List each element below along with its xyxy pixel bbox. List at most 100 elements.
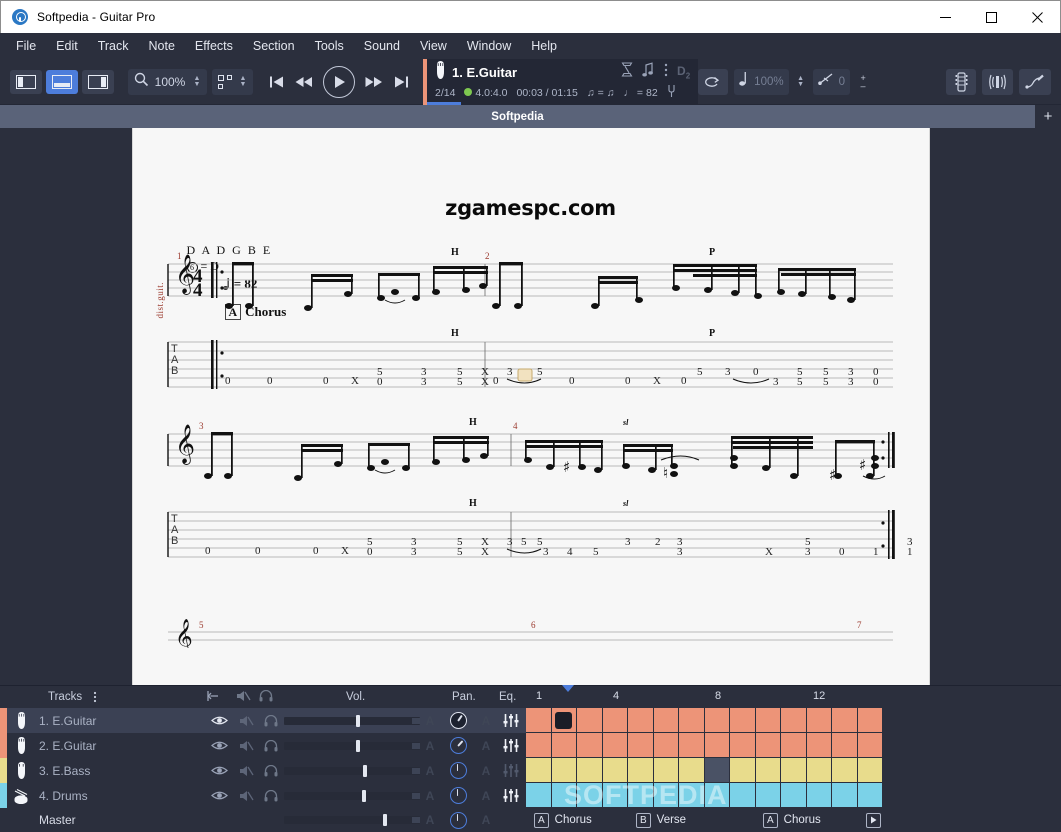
volume-automation-toggle-3[interactable]: A: [420, 764, 440, 778]
track-solo-button-2[interactable]: [258, 739, 284, 752]
add-tab-button[interactable]: +: [1035, 105, 1061, 128]
staff-system-2[interactable]: 𝄞 3 4 T A B H H sl sl ♯ ♮ ♯ ♯ 0 0 0 X50 …: [133, 418, 929, 573]
zoom-control[interactable]: 100% ▲ ▼: [128, 68, 207, 95]
track-row-3[interactable]: 3. E.Bass A A: [0, 758, 526, 783]
menu-view[interactable]: Window: [457, 35, 521, 57]
play-section-icon[interactable]: [866, 812, 881, 828]
track-solo-button-4[interactable]: [258, 789, 284, 802]
track-eq-button-2[interactable]: [496, 739, 526, 752]
menu-window[interactable]: Help: [521, 35, 567, 57]
track-pan-knob-1[interactable]: [440, 712, 476, 729]
document-tab-softpedia[interactable]: Softpedia: [0, 105, 1035, 128]
audio-cable-icon[interactable]: [1019, 68, 1051, 95]
menu-file[interactable]: File: [6, 35, 46, 57]
menu-tools[interactable]: Sound: [354, 35, 410, 57]
track-mute-button-1[interactable]: [234, 715, 258, 727]
timeline-section-chorus-1[interactable]: A Chorus: [534, 812, 592, 828]
go-to-end-icon[interactable]: [393, 74, 409, 90]
track-volume-slider-3[interactable]: [284, 764, 420, 777]
timeline-ruler[interactable]: 1 4 8 12: [526, 685, 1061, 708]
score-scroll-area[interactable]: zgamespc.com D A D G B E 6 = D = 82 A Ch…: [0, 128, 1061, 685]
tuning-fork-icon[interactable]: [667, 84, 676, 101]
menu-note[interactable]: Effects: [185, 35, 243, 57]
menu-sound[interactable]: View: [410, 35, 457, 57]
menu-track[interactable]: Track: [88, 35, 139, 57]
track-mute-button-4[interactable]: [234, 790, 258, 802]
transpose-stepper[interactable]: + –: [856, 71, 870, 93]
track-pan-knob-3[interactable]: [440, 762, 476, 779]
playhead-position-block[interactable]: [555, 712, 572, 729]
master-pan-automation-toggle[interactable]: A: [476, 813, 496, 827]
timeline-grid[interactable]: SOFTPEDIA: [526, 708, 1061, 810]
more-options-icon[interactable]: [664, 63, 668, 82]
transpose-control[interactable]: 0: [812, 68, 850, 95]
tuner-icon[interactable]: [982, 68, 1013, 95]
volume-automation-toggle-2[interactable]: A: [420, 739, 440, 753]
timeline-row-track-3[interactable]: [526, 758, 1061, 783]
volume-automation-toggle-1[interactable]: A: [420, 714, 440, 728]
metronome-icon[interactable]: [621, 62, 633, 82]
maximize-button[interactable]: [968, 1, 1014, 33]
track-volume-slider-4[interactable]: [284, 789, 420, 802]
mute-icon[interactable]: [236, 690, 251, 705]
pan-automation-toggle-2[interactable]: A: [476, 739, 496, 753]
track-mute-button-3[interactable]: [234, 765, 258, 777]
staff-system-1[interactable]: 𝄞 4 4 1 2 T A B H H P P 0 0 0 X50 33 55 …: [133, 248, 929, 403]
fretboard-icon[interactable]: [946, 68, 976, 95]
timeline-row-track-1[interactable]: [526, 708, 1061, 733]
track-volume-slider-2[interactable]: [284, 739, 420, 752]
close-button[interactable]: [1014, 1, 1060, 33]
volume-automation-toggle-4[interactable]: A: [420, 789, 440, 803]
kebab-menu-icon[interactable]: [93, 691, 97, 706]
master-volume-automation-toggle[interactable]: A: [420, 813, 440, 827]
speed-stepper[interactable]: ▲ ▼: [795, 75, 807, 88]
staff-system-3[interactable]: 𝄞 5 6 7: [133, 608, 929, 648]
zoom-stepper[interactable]: ▲ ▼: [191, 75, 203, 88]
menu-help[interactable]: [567, 42, 587, 50]
grid-layout-control[interactable]: ▲ ▼: [212, 68, 253, 95]
track-pan-knob-4[interactable]: [440, 787, 476, 804]
pan-automation-toggle-1[interactable]: A: [476, 714, 496, 728]
track-eq-button-1[interactable]: [496, 714, 526, 727]
track-visibility-eye-icon[interactable]: [204, 715, 234, 726]
timeline-section-chorus-2[interactable]: A Chorus: [763, 812, 821, 828]
track-eq-button-4[interactable]: [496, 789, 526, 802]
timeline-row-track-2[interactable]: [526, 733, 1061, 758]
track-solo-button-1[interactable]: [258, 714, 284, 727]
track-mute-button-2[interactable]: [234, 740, 258, 752]
loop-icon[interactable]: [698, 68, 729, 95]
track-eq-button-3[interactable]: [496, 764, 526, 777]
play-button[interactable]: [323, 65, 355, 98]
track-pan-knob-2[interactable]: [440, 737, 476, 754]
minimize-button[interactable]: [922, 1, 968, 33]
menu-effects[interactable]: Section: [243, 35, 305, 57]
fast-forward-icon[interactable]: [364, 74, 384, 90]
track-volume-slider-1[interactable]: [284, 714, 420, 727]
track-row-4[interactable]: 4. Drums A A: [0, 783, 526, 808]
menu-bar[interactable]: Note: [139, 35, 185, 57]
track-solo-button-3[interactable]: [258, 764, 284, 777]
menu-section[interactable]: Tools: [305, 35, 354, 57]
timeline-row-track-4[interactable]: [526, 783, 1061, 808]
grid-stepper[interactable]: ▲ ▼: [237, 75, 249, 88]
master-pan-knob[interactable]: [440, 811, 476, 829]
page-layout-horizontal-button[interactable]: [46, 69, 78, 94]
track-row-1[interactable]: 1. E.Guitar A A: [0, 708, 526, 733]
pan-automation-toggle-4[interactable]: A: [476, 789, 496, 803]
master-row[interactable]: Master A A: [0, 808, 526, 832]
menu-edit[interactable]: Edit: [46, 35, 88, 57]
count-in-icon[interactable]: [642, 62, 655, 82]
speed-control[interactable]: 100%: [734, 68, 789, 95]
arrangement-timeline[interactable]: 1 4 8 12 SOFTPEDIA A Chorus B Verse A Ch…: [526, 685, 1061, 832]
page-layout-single-button[interactable]: [82, 69, 114, 94]
rewind-icon[interactable]: [294, 74, 314, 90]
track-visibility-eye-icon[interactable]: [204, 740, 234, 751]
timeline-section-verse[interactable]: B Verse: [636, 812, 686, 828]
current-track-info-panel[interactable]: 1. E.Guitar D2 2/14 4.0:4.0 00:03 / 01:1…: [423, 58, 699, 105]
track-row-2[interactable]: 2. E.Guitar A A: [0, 733, 526, 758]
solo-headphones-icon[interactable]: [259, 689, 273, 705]
track-visibility-eye-icon[interactable]: [204, 790, 234, 801]
track-lock-icon[interactable]: [206, 690, 220, 705]
playhead-marker[interactable]: [562, 685, 574, 692]
go-to-start-icon[interactable]: [269, 74, 285, 90]
